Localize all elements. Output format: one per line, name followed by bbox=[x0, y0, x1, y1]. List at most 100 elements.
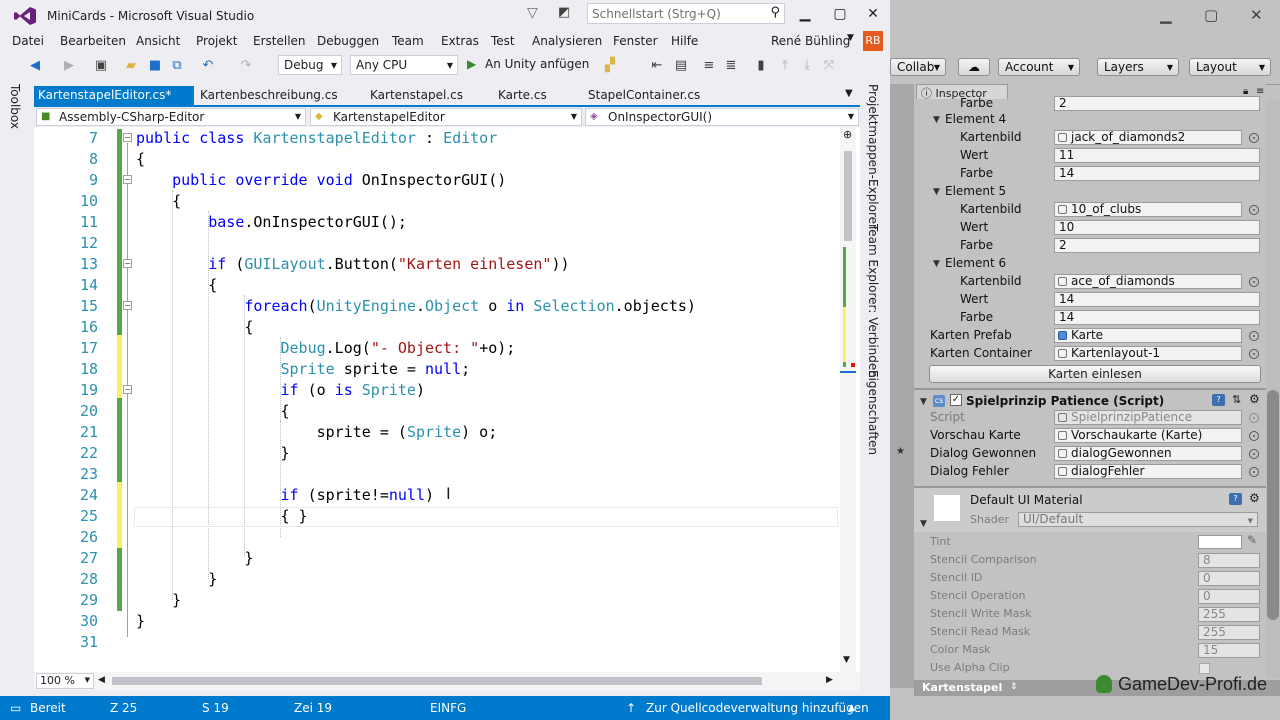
kartenbild-field[interactable]: ace_of_diamonds bbox=[1054, 274, 1242, 289]
material-prop-field[interactable]: 8 bbox=[1198, 553, 1260, 568]
collapse-icon[interactable]: − bbox=[123, 259, 132, 268]
object-picker-icon[interactable] bbox=[1249, 467, 1259, 477]
farbe-field[interactable]: 2 bbox=[1054, 96, 1260, 111]
wert-field[interactable]: 10 bbox=[1054, 220, 1260, 235]
maximize-button[interactable]: ▢ bbox=[1204, 6, 1218, 24]
help-icon[interactable]: ? bbox=[1229, 493, 1242, 505]
menu-extras[interactable]: Extras bbox=[441, 34, 479, 48]
collapse-icon[interactable]: − bbox=[123, 175, 132, 184]
menu-bearbeiten[interactable]: Bearbeiten bbox=[60, 34, 126, 48]
open-folder-icon[interactable]: ▰ bbox=[122, 57, 140, 75]
expand-triangle-icon[interactable]: ▼ bbox=[933, 187, 940, 197]
scroll-right-icon[interactable]: ▶ bbox=[826, 675, 833, 685]
scroll-thumb[interactable] bbox=[844, 151, 852, 241]
menu-erstellen[interactable]: Erstellen bbox=[253, 34, 306, 48]
close-button[interactable]: ✕ bbox=[858, 4, 888, 24]
avatar[interactable]: RB bbox=[863, 31, 883, 51]
tab-stapelcontainer[interactable]: StapelContainer.cs bbox=[584, 86, 704, 106]
material-prop-field[interactable]: 15 bbox=[1198, 643, 1260, 658]
menu-projekt[interactable]: Projekt bbox=[196, 34, 237, 48]
user-name[interactable]: René Bühling bbox=[771, 34, 850, 48]
eyedropper-icon[interactable]: ✎ bbox=[1247, 533, 1257, 547]
element-5-label[interactable]: Element 5 bbox=[945, 184, 1006, 198]
karten-container-field[interactable]: Kartenlayout-1 bbox=[1054, 346, 1242, 361]
enabled-checkbox[interactable]: ✓ bbox=[950, 394, 962, 406]
menu-analysieren[interactable]: Analysieren bbox=[532, 34, 602, 48]
toolbox-tab[interactable]: Toolbox bbox=[8, 84, 26, 184]
menu-team[interactable]: Team bbox=[392, 34, 424, 48]
material-prop-field[interactable]: 0 bbox=[1198, 589, 1260, 604]
maximize-button[interactable]: ▢ bbox=[825, 4, 855, 24]
material-prop-field[interactable]: 255 bbox=[1198, 607, 1260, 622]
menu-fenster[interactable]: Fenster bbox=[613, 34, 658, 48]
play-icon[interactable]: ▶ bbox=[467, 57, 476, 71]
undo-icon[interactable]: ↶ bbox=[199, 57, 217, 75]
filter-icon[interactable]: ▽ bbox=[527, 5, 545, 23]
zoom-select[interactable]: 100 % ▼ bbox=[36, 673, 94, 689]
chevron-down-icon[interactable]: ⇕ bbox=[1010, 682, 1018, 692]
save-icon[interactable]: ■ bbox=[146, 57, 164, 75]
wert-field[interactable]: 11 bbox=[1054, 148, 1260, 163]
object-picker-icon[interactable] bbox=[1249, 331, 1259, 341]
new-project-icon[interactable]: ▣ bbox=[92, 57, 110, 75]
dialog-fehler-field[interactable]: dialogFehler bbox=[1054, 464, 1242, 479]
tab-team-explorer[interactable]: Team Explorer: Verbinden bbox=[866, 224, 880, 378]
expand-triangle-icon[interactable]: ▼ bbox=[920, 397, 927, 407]
collab-button[interactable]: Collab ▼ bbox=[890, 58, 946, 76]
preview-object-name[interactable]: Kartenstapel bbox=[922, 681, 1002, 694]
scroll-down-icon[interactable]: ▼ bbox=[843, 655, 850, 665]
preset-icon[interactable]: ⇅ bbox=[1232, 393, 1241, 406]
star-icon[interactable]: ★ bbox=[896, 446, 905, 457]
back-icon[interactable]: ◀ bbox=[26, 57, 44, 75]
object-picker-icon[interactable] bbox=[1249, 133, 1259, 143]
element-6-label[interactable]: Element 6 bbox=[945, 256, 1006, 270]
layers-button[interactable]: Layers ▼ bbox=[1097, 58, 1179, 76]
element-4-label[interactable]: Element 4 bbox=[945, 112, 1006, 126]
shader-select[interactable]: UI/Default ▼ bbox=[1018, 512, 1258, 527]
gear-icon[interactable]: ⚙ bbox=[1249, 392, 1260, 406]
editor-vertical-scrollbar[interactable]: ⊕ ▼ bbox=[840, 127, 856, 672]
karten-einlesen-button[interactable]: Karten einlesen bbox=[929, 365, 1261, 383]
bookmark-icon[interactable]: ▮ bbox=[752, 57, 770, 75]
material-prop-field[interactable]: 255 bbox=[1198, 625, 1260, 640]
tab-karte[interactable]: Karte.cs bbox=[494, 86, 551, 106]
member-nav-select[interactable]: ◈ OnInspectorGUI() ▼ bbox=[585, 108, 859, 126]
object-picker-icon[interactable] bbox=[1249, 205, 1259, 215]
kartenbild-field[interactable]: 10_of_clubs bbox=[1054, 202, 1242, 217]
gear-icon[interactable]: ⚙ bbox=[1249, 491, 1260, 505]
project-nav-select[interactable]: ■ Assembly-CSharp-Editor ▼ bbox=[36, 108, 306, 126]
navigate-icon[interactable]: ⇤ bbox=[648, 57, 666, 75]
indent-icon[interactable]: ≣ bbox=[722, 57, 740, 75]
wert-field[interactable]: 14 bbox=[1054, 292, 1260, 307]
collapse-icon[interactable]: − bbox=[123, 301, 132, 310]
quick-launch-input[interactable]: Schnellstart (Strg+Q) ⚲ bbox=[587, 3, 785, 24]
expand-triangle-icon[interactable]: ▼ bbox=[933, 115, 940, 125]
search-icon[interactable]: ⚲ bbox=[770, 5, 780, 20]
minimize-button[interactable]: ▁ bbox=[1160, 6, 1172, 24]
layout-button[interactable]: Layout ▼ bbox=[1189, 58, 1271, 76]
code-editor[interactable]: 7 8 9 10 11 12 13 14 15 16 17 18 19 20 21 22 23 24 25 26 27 2… bbox=[34, 127, 860, 672]
farbe-field[interactable]: 2 bbox=[1054, 238, 1260, 253]
tint-color-swatch[interactable] bbox=[1198, 535, 1242, 549]
vorschau-karte-field[interactable]: Vorschaukarte (Karte) bbox=[1054, 428, 1242, 443]
object-picker-icon[interactable] bbox=[1249, 349, 1259, 359]
karten-prefab-field[interactable]: Karte bbox=[1054, 328, 1242, 343]
collapse-icon[interactable]: − bbox=[123, 385, 132, 394]
clear-bookmarks-icon[interactable]: ⤧ bbox=[820, 57, 838, 75]
material-prop-field[interactable]: 0 bbox=[1198, 571, 1260, 586]
prev-bookmark-icon[interactable]: ⤒ bbox=[776, 57, 794, 75]
next-bookmark-icon[interactable]: ⤓ bbox=[798, 57, 816, 75]
object-picker-icon[interactable] bbox=[1249, 449, 1259, 459]
attach-unity-button[interactable]: An Unity anfügen bbox=[485, 57, 589, 71]
object-picker-icon[interactable] bbox=[1249, 431, 1259, 441]
find-in-files-icon[interactable]: ▞ bbox=[601, 57, 619, 75]
tab-kartenbeschreibung[interactable]: Kartenbeschreibung.cs bbox=[196, 86, 342, 106]
close-button[interactable]: ✕ bbox=[1250, 6, 1263, 24]
cloud-button[interactable]: ☁ bbox=[958, 58, 990, 76]
account-button[interactable]: Account ▼ bbox=[998, 58, 1080, 76]
platform-select[interactable]: Any CPU ▼ bbox=[350, 55, 458, 75]
tab-properties[interactable]: Eigenschaften bbox=[866, 370, 880, 455]
object-picker-icon[interactable] bbox=[1249, 277, 1259, 287]
menu-datei[interactable]: Datei bbox=[12, 34, 44, 48]
help-icon[interactable]: ? bbox=[1212, 394, 1225, 406]
